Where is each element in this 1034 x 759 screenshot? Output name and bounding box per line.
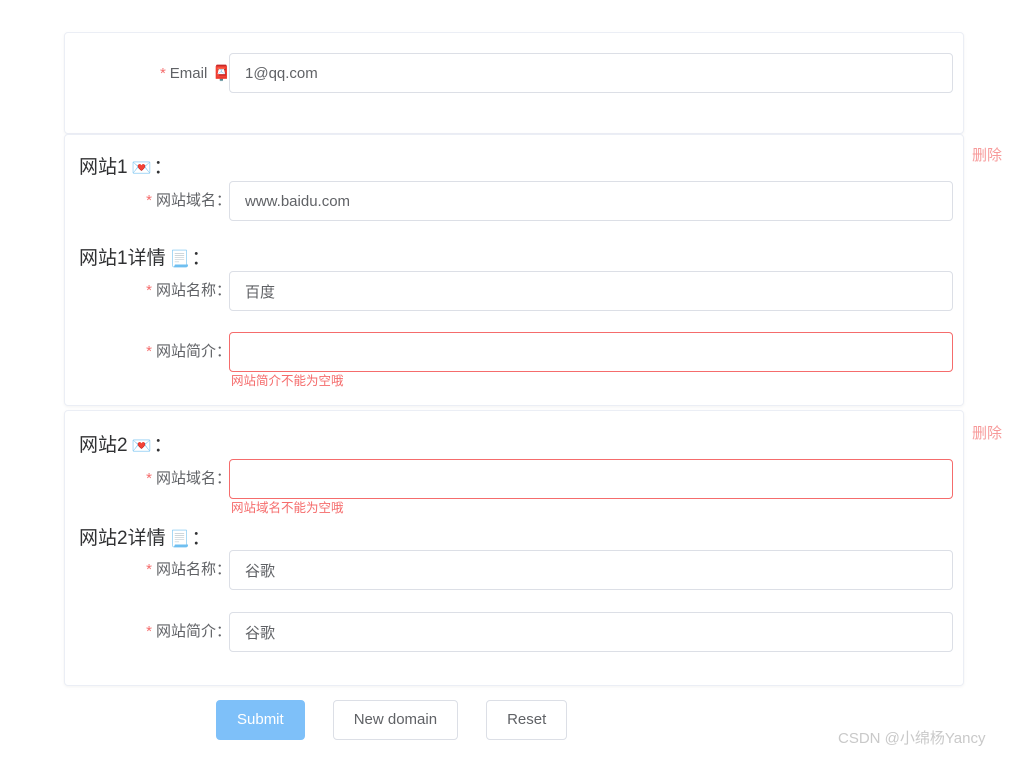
site-1-detail-heading: 网站1详情 📃： — [79, 246, 211, 272]
site-2-intro-label: * 网站简介： — [65, 612, 231, 652]
site-1-heading-colon: ： — [153, 157, 173, 178]
site-2-domain-field-wrap: 网站域名不能为空哦 — [229, 459, 953, 515]
site-1-heading: 网站1 💌： — [79, 155, 173, 181]
site-card-1: 网站1💌： *网站域名： 网站1详情📃： *网站名称： *网站简介： — [64, 134, 964, 406]
site-2-detail-heading: 网站2详情 📃： — [79, 526, 211, 552]
required-asterisk: * — [146, 470, 152, 487]
site-2-intro-label-text: 网站简介： — [155, 623, 231, 640]
form-row-email: * Email 📮 — [65, 53, 963, 93]
email-input[interactable] — [229, 53, 953, 93]
site-2-name-field-wrap — [229, 550, 953, 590]
site-1-detail-heading-colon: ： — [191, 248, 211, 269]
site-2-intro-input[interactable] — [229, 612, 953, 652]
site-1-intro-error: 网站简介不能为空哦 — [231, 374, 344, 388]
love-letter-icon: 💌 — [131, 436, 152, 455]
site-2-heading-text: 网站2 — [79, 435, 128, 456]
form-row-site-1-name: * 网站名称： — [65, 271, 963, 311]
site-2-name-label-text: 网站名称： — [155, 561, 231, 578]
site-2-domain-label: * 网站域名： — [65, 459, 231, 499]
site-2-detail-heading-colon: ： — [191, 528, 211, 549]
form-row-site-2-intro: * 网站简介： — [65, 612, 963, 652]
required-asterisk: * — [146, 343, 152, 360]
email-label-text: Email — [169, 65, 208, 82]
site-1-intro-label: * 网站简介： — [65, 332, 231, 372]
watermark: CSDN @小绵杨Yancy — [838, 730, 986, 747]
site-2-domain-label-text: 网站域名： — [155, 470, 231, 487]
button-bar: Submit New domain Reset — [216, 700, 568, 740]
required-asterisk: * — [146, 623, 152, 640]
site-1-name-field-wrap — [229, 271, 953, 311]
site-1-intro-input[interactable] — [229, 332, 953, 372]
site-1-domain-field-wrap — [229, 181, 953, 221]
required-asterisk: * — [146, 282, 152, 299]
site-1-domain-input[interactable] — [229, 181, 953, 221]
new-domain-button[interactable]: New domain — [332, 700, 459, 740]
site-2-domain-error: 网站域名不能为空哦 — [231, 501, 344, 515]
site-1-name-label-text: 网站名称： — [155, 282, 231, 299]
site-2-heading: 网站2 💌： — [79, 433, 173, 459]
submit-button[interactable]: Submit — [216, 700, 305, 740]
email-card: * Email 📮 — [64, 32, 964, 134]
email-field-wrap — [229, 53, 953, 93]
form-row-site-2-domain: * 网站域名： 网站域名不能为空哦 — [65, 459, 963, 515]
love-letter-icon: 💌 — [131, 158, 152, 177]
email-label: * Email 📮 — [65, 53, 231, 94]
site-1-domain-label: * 网站域名： — [65, 181, 231, 221]
site-1-domain-label-text: 网站域名： — [155, 192, 231, 209]
page-icon: 📃 — [169, 529, 190, 548]
form-row-site-1-intro: * 网站简介： 网站简介不能为空哦 — [65, 332, 963, 388]
delete-site-2-link[interactable]: 删除 — [972, 424, 1002, 444]
site-card-2: 网站2 💌： * 网站域名： 网站域名不能为空哦 网站2详情 📃： * 网站名称： — [64, 410, 964, 686]
site-1-name-input[interactable] — [229, 271, 953, 311]
page-icon: 📃 — [169, 249, 190, 268]
form-row-site-1-domain: * 网站域名： — [65, 181, 963, 221]
site-2-detail-heading-text: 网站2详情 — [79, 528, 166, 549]
required-asterisk: * — [159, 65, 166, 82]
site-2-name-input[interactable] — [229, 550, 953, 590]
required-asterisk: * — [146, 192, 152, 209]
site-2-name-label: * 网站名称： — [65, 550, 231, 590]
site-2-intro-field-wrap — [229, 612, 953, 652]
site-1-detail-heading-text: 网站1详情 — [79, 248, 166, 269]
site-1-name-label: * 网站名称： — [65, 271, 231, 311]
site-2-domain-input[interactable] — [229, 459, 953, 499]
form-page: *Email📮 网站1💌： *网站域名： 网站1详情📃： *网站名称： — [0, 0, 1034, 759]
required-asterisk: * — [146, 561, 152, 578]
form-row-site-2-name: * 网站名称： — [65, 550, 963, 590]
site-2-heading-colon: ： — [153, 435, 173, 456]
site-1-intro-label-text: 网站简介： — [155, 343, 231, 360]
reset-button[interactable]: Reset — [486, 700, 568, 740]
delete-site-1-link[interactable]: 删除 — [972, 146, 1002, 166]
site-1-heading-text: 网站1 — [79, 157, 128, 178]
site-1-intro-field-wrap: 网站简介不能为空哦 — [229, 332, 953, 388]
